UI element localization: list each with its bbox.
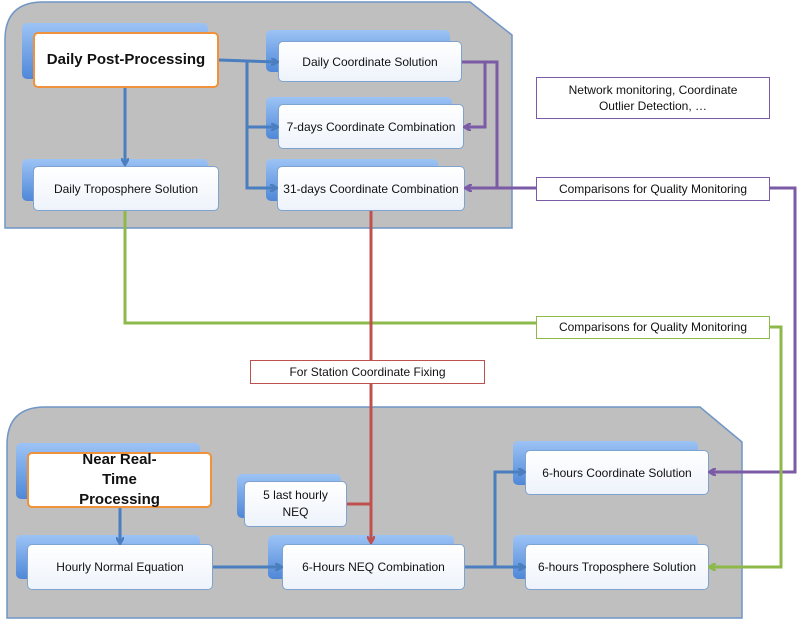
arrow-to-7-days-purple: [462, 60, 487, 127]
flow-arrows: [120, 60, 524, 567]
quality-coordinate-arrows: [462, 60, 797, 472]
arrow-to-31-days-purple: [466, 60, 499, 188]
connectors: [0, 0, 797, 624]
line-from-daily-troposphere: [123, 211, 536, 325]
fixing-arrows: [347, 211, 371, 542]
quality-troposphere-arrows: [123, 211, 783, 567]
arrow-to-6h-coordinate: [493, 472, 524, 567]
arrow-to-31-days: [245, 127, 276, 188]
diagram: Daily Post-Processing Daily Coordinate S…: [0, 0, 800, 624]
arrow-to-6h-troposphere-green: [710, 325, 783, 567]
arrow-to-7-days: [245, 61, 277, 127]
